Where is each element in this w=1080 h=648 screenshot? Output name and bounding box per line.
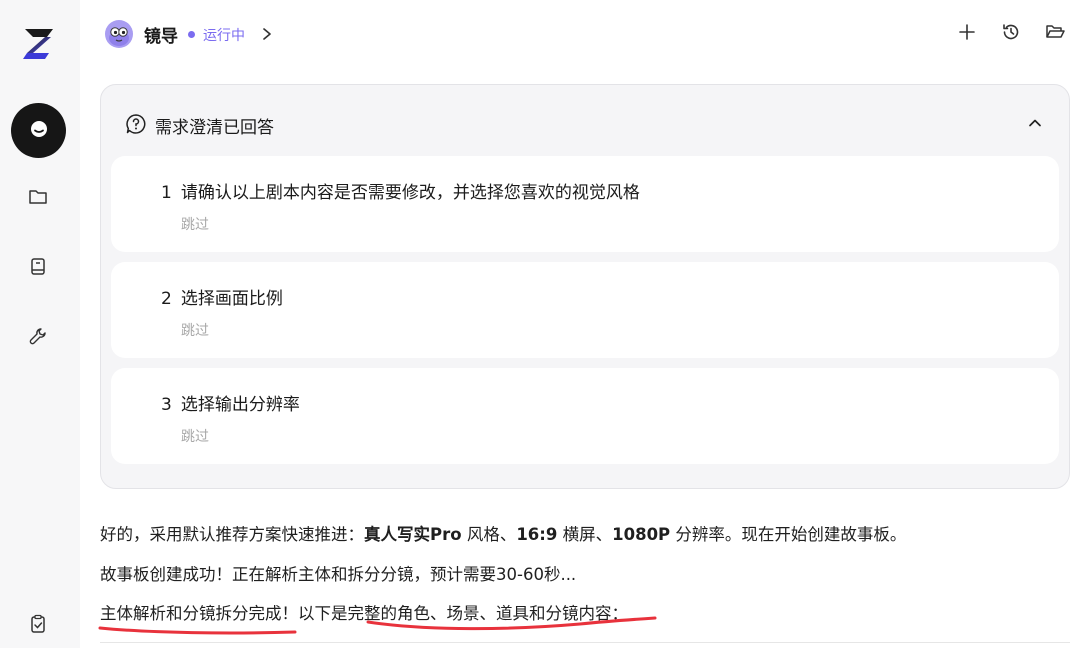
open-folder-button[interactable] [1043,22,1067,46]
nav-chat-button[interactable] [11,103,66,158]
question-answer: 跳过 [181,429,209,445]
assistant-message: 故事板创建成功！正在解析主体和拆分分镜，预计需要30-60秒... [100,565,577,584]
nav-tasks-button[interactable] [26,614,50,638]
plus-icon [958,23,976,45]
header-bar: 镜导 运行中 [80,0,1080,70]
history-button[interactable] [999,22,1023,46]
folder-open-icon [1045,23,1065,45]
status-text: 运行中 [203,28,245,44]
question-bubble-icon [125,113,147,135]
new-chat-button[interactable] [955,22,979,46]
assistant-message: 好的，采用默认推荐方案快速推进：真人写实Pro 风格、16:9 横屏、1080P… [100,525,907,544]
clarification-title: 需求澄清已回答 [155,118,274,138]
chevron-right-icon[interactable] [260,24,274,44]
nav-library-button[interactable] [26,257,50,281]
question-label: 2 选择画面比例 [161,289,283,309]
question-answer: 跳过 [181,217,209,233]
main-panel: 镜导 运行中 需求澄清已回答 1 请确认以上剧本内容是否需要修改，并选择您喜欢的… [80,0,1080,648]
chat-icon [28,118,50,144]
wrench-icon [28,326,48,350]
agent-avatar[interactable] [104,19,134,49]
clarification-card: 需求澄清已回答 1 请确认以上剧本内容是否需要修改，并选择您喜欢的视觉风格 跳过 … [100,84,1070,489]
book-icon [29,257,47,281]
nav-tools-button[interactable] [26,326,50,350]
history-icon [1001,22,1021,46]
agent-name[interactable]: 镜导 [144,22,178,47]
question-item: 3 选择输出分辨率 跳过 [111,368,1059,464]
folder-icon [28,188,48,210]
nav-folder-button[interactable] [26,187,50,211]
question-label: 1 请确认以上剧本内容是否需要修改，并选择您喜欢的视觉风格 [161,183,640,203]
question-answer: 跳过 [181,323,209,339]
divider [100,642,1070,643]
question-item: 2 选择画面比例 跳过 [111,262,1059,358]
clipboard-check-icon [29,614,47,638]
question-item: 1 请确认以上剧本内容是否需要修改，并选择您喜欢的视觉风格 跳过 [111,156,1059,252]
status-dot [188,31,195,38]
sidebar [0,0,80,648]
question-label: 3 选择输出分辨率 [161,395,300,415]
chevron-up-icon[interactable] [1025,113,1045,133]
assistant-message: 主体解析和分镜拆分完成！以下是完整的角色、场景、道具和分镜内容： [100,604,628,623]
app-logo[interactable] [19,23,59,63]
